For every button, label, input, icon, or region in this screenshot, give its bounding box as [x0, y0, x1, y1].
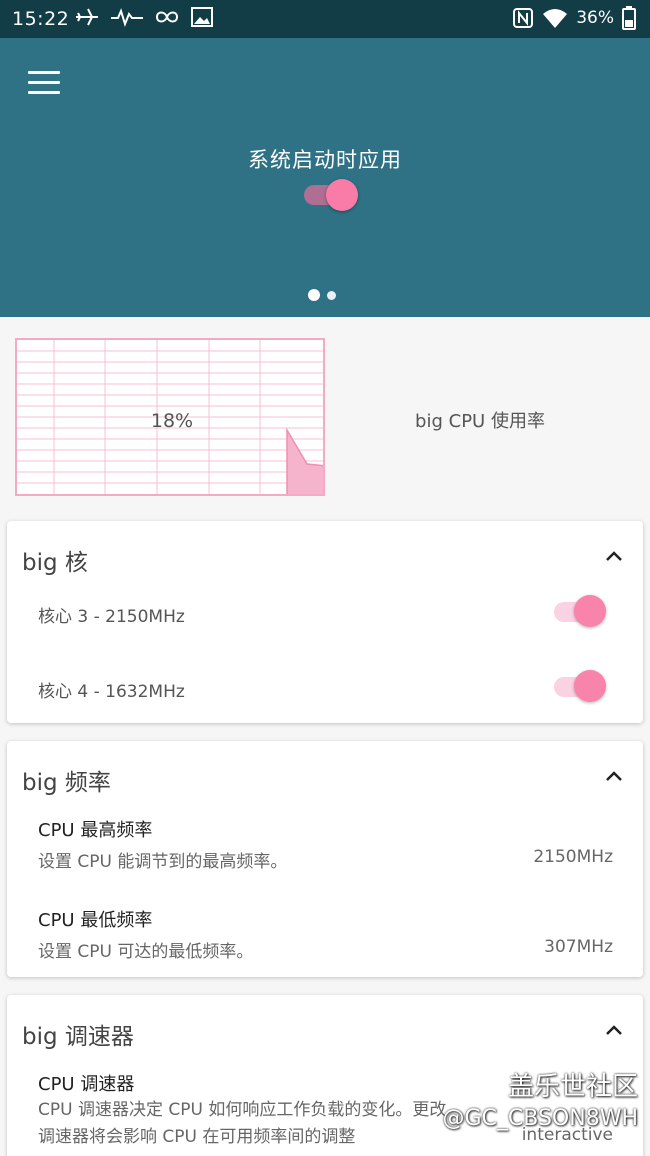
core-4-label: 核心 4 - 1632MHz	[38, 682, 185, 702]
cpu-usage-value: 18%	[150, 410, 194, 432]
chevron-up-icon[interactable]	[603, 545, 625, 567]
cpu-min-freq-title: CPU 最低频率	[38, 910, 153, 931]
cpu-max-freq-value: 2150MHz	[533, 847, 613, 867]
page-dot[interactable]	[327, 290, 336, 300]
chevron-up-icon[interactable]	[603, 1019, 625, 1041]
big-frequency-card: big 频率 CPU 最高频率 设置 CPU 能调节到的最高频率。 2150MH…	[7, 741, 643, 977]
watermark-user: @GC_CBSON8WH	[442, 1106, 638, 1131]
status-bar: 15:22 36%	[0, 0, 650, 38]
apply-on-boot-label: 系统启动时应用	[248, 148, 402, 172]
image-icon	[191, 7, 213, 27]
watermark-site: 盖乐世社区	[507, 1072, 638, 1102]
cpu-usage-label: big CPU 使用率	[415, 411, 545, 432]
menu-button[interactable]	[28, 71, 60, 95]
cpu-max-freq-title: CPU 最高频率	[38, 820, 153, 841]
page-dot-active[interactable]	[308, 289, 320, 301]
cpu-governor-subtitle: CPU 调速器决定 CPU 如何响应工作负载的变化。更改调速器将会影响 CPU …	[38, 1100, 447, 1147]
core-4-switch[interactable]	[554, 669, 610, 703]
card-title: big 调速器	[22, 1024, 134, 1050]
battery-percent: 36%	[576, 8, 614, 28]
big-cores-card: big 核 核心 3 - 2150MHz 核心 4 - 1632MHz	[7, 521, 643, 723]
cpu-governor-title: CPU 调速器	[38, 1074, 135, 1095]
wifi-icon	[543, 9, 568, 28]
battery-icon	[622, 6, 636, 30]
apply-on-boot-switch[interactable]	[304, 177, 360, 211]
header-banner: 系统启动时应用	[0, 38, 650, 317]
airplane-icon	[76, 8, 98, 26]
nfc-icon	[513, 8, 534, 28]
cpu-usage-section: 18% big CPU 使用率	[0, 317, 650, 512]
cpu-min-freq-subtitle: 设置 CPU 可达的最低频率。	[38, 942, 254, 962]
cpu-max-freq-subtitle: 设置 CPU 能调节到的最高频率。	[38, 852, 288, 872]
core-3-switch[interactable]	[554, 594, 610, 628]
chevron-up-icon[interactable]	[603, 765, 625, 787]
page-indicator	[308, 289, 336, 301]
menu-icon	[28, 71, 60, 74]
card-title: big 核	[22, 550, 88, 576]
core-3-label: 核心 3 - 2150MHz	[38, 607, 185, 627]
cpu-usage-graph: 18%	[15, 338, 325, 496]
card-title: big 频率	[22, 770, 111, 796]
cpu-min-freq-value: 307MHz	[544, 937, 613, 957]
infinity-icon	[155, 11, 179, 23]
pulse-icon	[111, 8, 143, 28]
status-time: 15:22	[12, 8, 70, 30]
